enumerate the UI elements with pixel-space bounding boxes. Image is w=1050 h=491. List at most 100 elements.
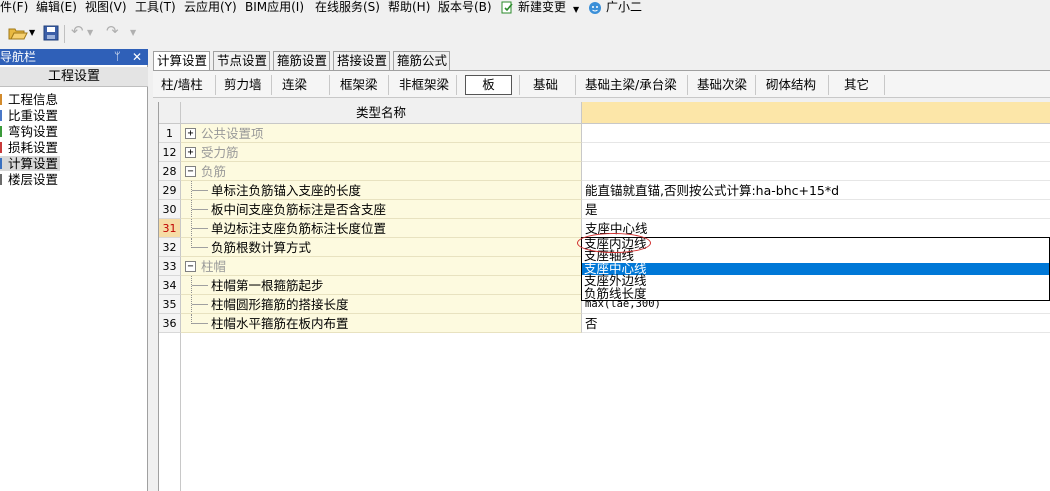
row-name-cell: − 柱帽 <box>181 257 582 276</box>
pin-icon[interactable]: ᛘ <box>114 49 121 65</box>
row-value-selected[interactable]: 支座中心线 <box>582 219 1050 238</box>
subtab-column[interactable]: 柱/墙柱 <box>161 75 203 95</box>
dropdown-option[interactable]: 支座外边线 <box>582 274 1049 287</box>
row-name-cell: − 负筋 <box>181 162 582 181</box>
table-row[interactable]: 29 单标注负筋锚入支座的长度 能直锚就直锚,否则按公式计算:ha-bhc+15… <box>159 181 1050 200</box>
dropdown-option[interactable]: 支座内边线 <box>582 237 1049 250</box>
menu-version[interactable]: 版本号(B) <box>438 0 492 15</box>
row-value[interactable]: 能直锚就直锚,否则按公式计算:ha-bhc+15*d <box>582 181 1050 200</box>
tree-line <box>192 190 208 191</box>
row-value[interactable]: 否 <box>582 314 1050 333</box>
tree-line <box>192 247 208 248</box>
nav-item-project-info[interactable]: 工程信息 <box>0 92 60 107</box>
row-value[interactable] <box>582 162 1050 181</box>
nav-item-floor[interactable]: 楼层设置 <box>0 172 60 187</box>
menu-file[interactable]: 件(F) <box>0 0 28 15</box>
table-row[interactable]: 36 柱帽水平箍筋在板内布置 否 <box>159 314 1050 333</box>
subtab-foundation-secondary-beam[interactable]: 基础次梁 <box>697 75 747 95</box>
open-dropdown-icon[interactable]: ▼ <box>29 28 35 48</box>
navigation-panel-title: 导航栏 <box>0 50 37 64</box>
table-row[interactable]: 1 + 公共设置项 <box>159 124 1050 143</box>
nav-item-loss[interactable]: 损耗设置 <box>0 140 60 155</box>
separator <box>456 75 457 95</box>
undo-icon[interactable]: ↶ <box>71 22 84 42</box>
menu-assistant[interactable]: 广小二 <box>606 0 642 15</box>
tree-line <box>192 209 208 210</box>
row-number: 36 <box>159 314 181 333</box>
separator <box>329 75 330 95</box>
close-icon[interactable]: ✕ <box>132 49 142 65</box>
menu-new-change[interactable]: 新建变更 <box>518 0 566 15</box>
expand-icon[interactable]: + <box>185 147 196 158</box>
tab-node-settings[interactable]: 节点设置 <box>213 51 270 71</box>
subtab-shear-wall[interactable]: 剪力墙 <box>224 75 262 95</box>
menu-bim[interactable]: BIM应用(I) <box>245 0 304 15</box>
separator <box>884 75 885 95</box>
tree-line <box>192 304 208 305</box>
separator <box>388 75 389 95</box>
new-change-dropdown-icon[interactable]: ▼ <box>573 2 579 17</box>
menu-online[interactable]: 在线服务(S) <box>315 0 380 15</box>
grid-header-index <box>159 102 181 124</box>
subtab-masonry[interactable]: 砌体结构 <box>766 75 816 95</box>
density-icon <box>0 110 2 121</box>
row-number: 12 <box>159 143 181 162</box>
subtab-foundation-main-beam[interactable]: 基础主梁/承台梁 <box>585 75 677 95</box>
tab-stirrup-settings[interactable]: 箍筋设置 <box>273 51 330 71</box>
row-name-cell: 单标注负筋锚入支座的长度 <box>181 181 582 200</box>
row-value[interactable] <box>582 143 1050 162</box>
row-name: 公共设置项 <box>201 126 264 141</box>
row-value[interactable]: 是 <box>582 200 1050 219</box>
undo-dropdown-icon[interactable]: ▼ <box>87 28 93 48</box>
open-folder-icon[interactable] <box>8 24 28 44</box>
nav-item-density[interactable]: 比重设置 <box>0 108 60 123</box>
loss-icon <box>0 142 2 153</box>
row-name-cell: 柱帽圆形箍筋的搭接长度 <box>181 295 582 314</box>
redo-dropdown-icon[interactable]: ▼ <box>130 28 136 48</box>
row-number: 35 <box>159 295 181 314</box>
menu-cloud[interactable]: 云应用(Y) <box>184 0 237 15</box>
subtab-foundation[interactable]: 基础 <box>533 75 558 95</box>
menu-view[interactable]: 视图(V) <box>85 0 127 15</box>
row-name: 柱帽 <box>201 259 227 274</box>
redo-icon[interactable]: ↷ <box>106 22 119 42</box>
menu-edit[interactable]: 编辑(E) <box>36 0 77 15</box>
save-icon[interactable] <box>42 24 60 44</box>
value-dropdown-list[interactable]: 支座内边线 支座轴线 支座中心线 支座外边线 负筋线长度 <box>581 237 1050 301</box>
new-change-icon <box>501 1 514 14</box>
menu-help[interactable]: 帮助(H) <box>388 0 430 15</box>
tab-calc-settings[interactable]: 计算设置 <box>153 51 210 72</box>
collapse-icon[interactable]: − <box>185 166 196 177</box>
assistant-icon <box>588 1 602 15</box>
subtab-other[interactable]: 其它 <box>844 75 869 95</box>
subtab-frame-beam[interactable]: 框架梁 <box>340 75 378 95</box>
subtab-coupling-beam[interactable]: 连梁 <box>282 75 307 95</box>
subtab-slab[interactable]: 板 <box>465 75 512 95</box>
navigation-panel-header: 导航栏 ᛘ ✕ <box>0 49 148 65</box>
grid-header-value <box>582 102 1050 124</box>
row-number: 32 <box>159 238 181 257</box>
nav-group-project-settings[interactable]: 工程设置 <box>0 67 148 87</box>
row-name: 单标注负筋锚入支座的长度 <box>211 183 362 198</box>
navigation-panel: 导航栏 ᛘ ✕ 工程设置 工程信息 比重设置 弯钩设置 损耗设置 计算设置 楼层… <box>0 49 148 491</box>
collapse-icon[interactable]: − <box>185 261 196 272</box>
dropdown-option-selected[interactable]: 支座中心线 <box>582 262 1049 275</box>
subtab-nonframe-beam[interactable]: 非框架梁 <box>399 75 449 95</box>
table-row[interactable]: 12 + 受力筋 <box>159 143 1050 162</box>
project-info-icon <box>0 94 2 105</box>
menu-tools[interactable]: 工具(T) <box>135 0 176 15</box>
row-value[interactable] <box>582 124 1050 143</box>
row-name-cell: 板中间支座负筋标注是否含支座 <box>181 200 582 219</box>
row-name-cell: 负筋根数计算方式 <box>181 238 582 257</box>
nav-item-hook[interactable]: 弯钩设置 <box>0 124 60 139</box>
tab-stirrup-formula[interactable]: 箍筋公式 <box>393 51 450 71</box>
dropdown-option[interactable]: 负筋线长度 <box>582 287 1049 300</box>
table-row[interactable]: 30 板中间支座负筋标注是否含支座 是 <box>159 200 1050 219</box>
table-row[interactable]: 28 − 负筋 <box>159 162 1050 181</box>
nav-item-calc-settings[interactable]: 计算设置 <box>0 156 60 171</box>
tab-lap-settings[interactable]: 搭接设置 <box>333 51 390 71</box>
row-number: 28 <box>159 162 181 181</box>
expand-icon[interactable]: + <box>185 128 196 139</box>
dropdown-option[interactable]: 支座轴线 <box>582 249 1049 262</box>
row-name: 柱帽第一根箍筋起步 <box>211 278 324 293</box>
